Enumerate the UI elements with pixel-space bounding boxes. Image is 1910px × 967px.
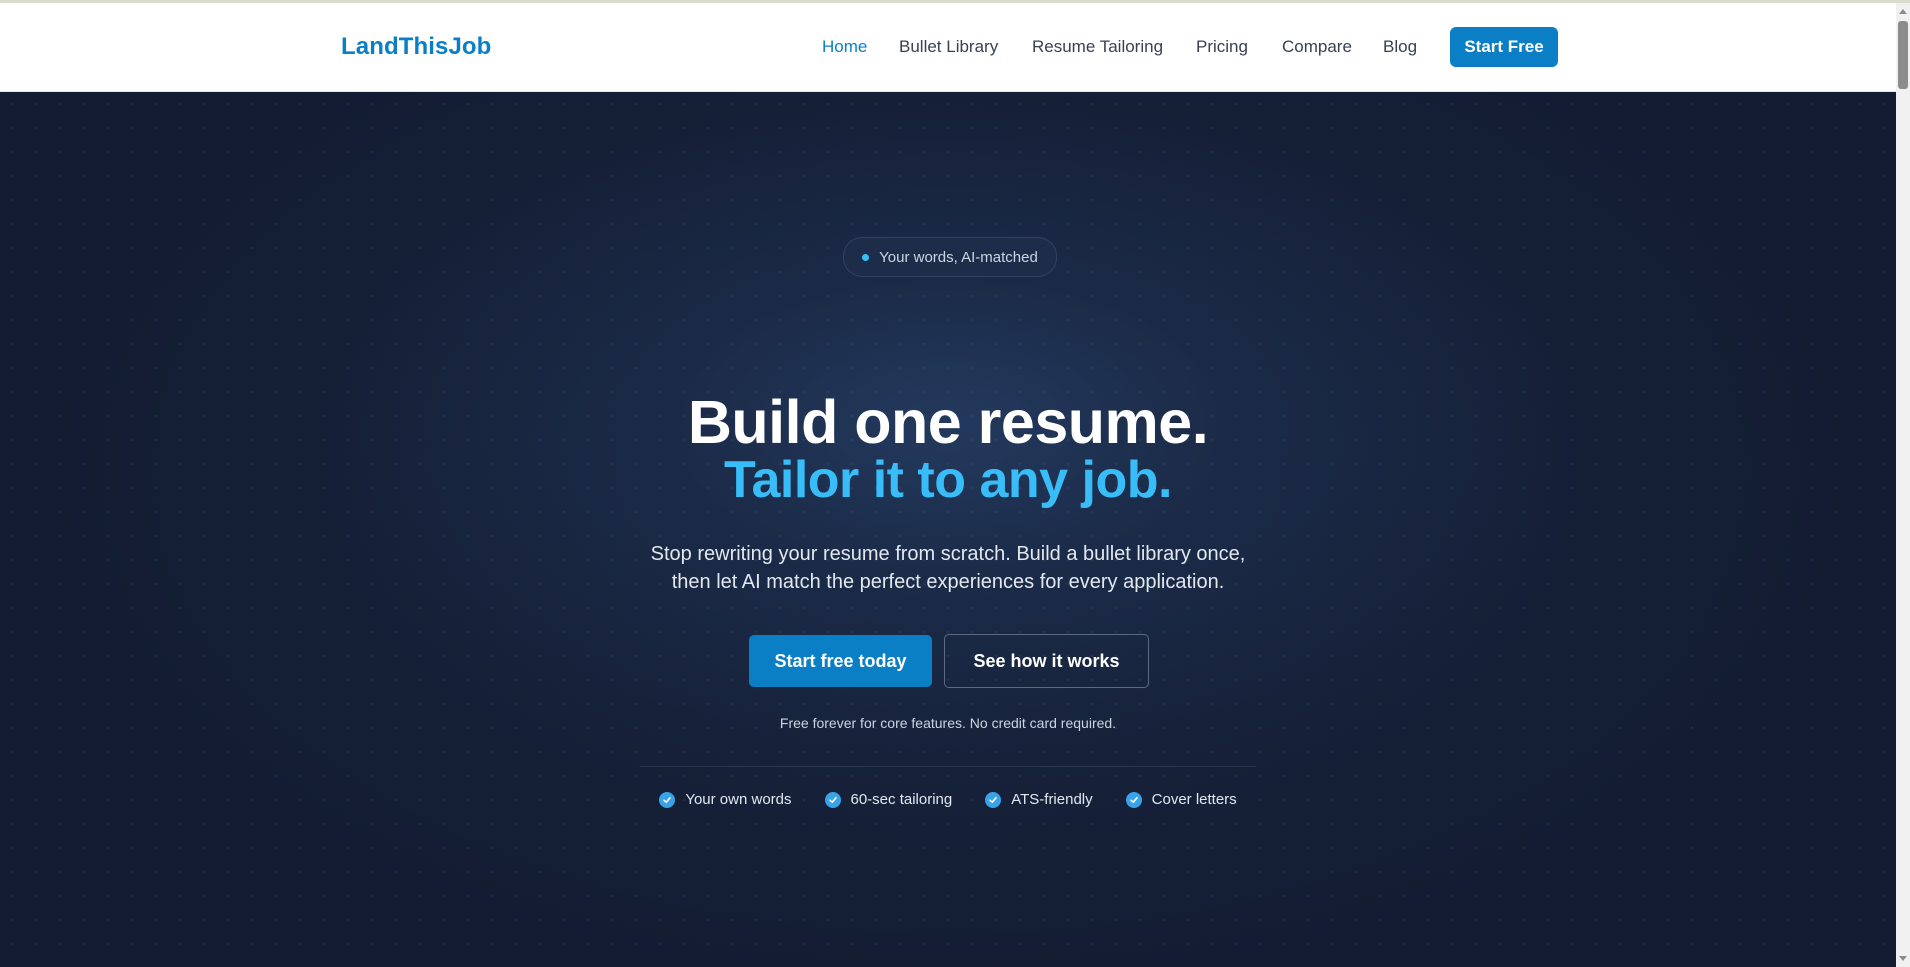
start-free-button[interactable]: Start Free [1450, 27, 1558, 67]
nav-link-compare[interactable]: Compare [1282, 37, 1352, 57]
feature-label: 60-sec tailoring [850, 791, 953, 808]
hero-section: Your words, AI-matched Build one resume.… [0, 92, 1896, 967]
hero-background-pattern [0, 92, 1896, 967]
feature-list: Your own words 60-sec tailoring ATS-frie… [0, 791, 1896, 808]
hero-subtitle-line-2: then let AI match the perfect experience… [671, 571, 1225, 593]
check-circle-icon [1125, 791, 1142, 808]
hero-badge: Your words, AI-matched [843, 237, 1057, 277]
feature-label: Your own words [685, 791, 792, 808]
feature-item: ATS-friendly [985, 791, 1093, 808]
hero-subtitle-line-1: Stop rewriting your resume from scratch.… [650, 543, 1246, 565]
check-circle-icon [824, 791, 841, 808]
see-how-it-works-button[interactable]: See how it works [944, 634, 1149, 688]
top-navbar: LandThisJob Home Bullet Library Resume T… [0, 3, 1896, 92]
check-circle-icon [659, 791, 676, 808]
nav-link-pricing[interactable]: Pricing [1196, 37, 1248, 57]
nav-link-bullet-library[interactable]: Bullet Library [899, 37, 998, 57]
scroll-up-arrow-icon[interactable] [1899, 9, 1907, 14]
feature-item: Cover letters [1125, 791, 1237, 808]
feature-item: 60-sec tailoring [824, 791, 953, 808]
page-scrollbar[interactable] [1896, 3, 1910, 967]
nav-link-home[interactable]: Home [822, 37, 867, 57]
hero-subtitle: Stop rewriting your resume from scratch.… [0, 540, 1896, 596]
hero-note: Free forever for core features. No credi… [779, 715, 1117, 731]
brand-logo[interactable]: LandThisJob [341, 33, 491, 61]
nav-link-resume-tailoring[interactable]: Resume Tailoring [1032, 37, 1163, 57]
hero-badge-label: Your words, AI-matched [879, 248, 1038, 266]
start-free-today-button[interactable]: Start free today [749, 635, 932, 687]
feature-item: Your own words [659, 791, 792, 808]
scrollbar-thumb[interactable] [1898, 21, 1908, 89]
feature-label: ATS-friendly [1011, 791, 1093, 808]
scroll-down-arrow-icon[interactable] [1899, 956, 1907, 961]
feature-label: Cover letters [1151, 791, 1237, 808]
dot-icon [862, 253, 870, 261]
nav-link-blog[interactable]: Blog [1383, 37, 1417, 57]
hero-headline-accent: Tailor it to any job. [724, 451, 1172, 509]
hero-divider [640, 766, 1256, 767]
hero-headline: Build one resume. [687, 388, 1209, 456]
page: LandThisJob Home Bullet Library Resume T… [0, 0, 1910, 967]
check-circle-icon [985, 791, 1002, 808]
